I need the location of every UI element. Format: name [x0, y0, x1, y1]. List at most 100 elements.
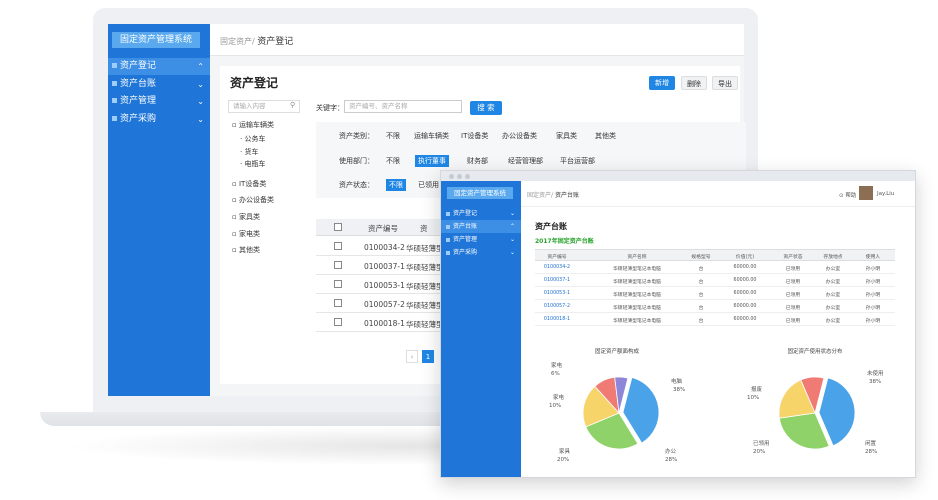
pie-label-name: 家电 — [553, 395, 565, 401]
sidebar-item-asset-purchase[interactable]: 资产采购 ⌄ — [108, 111, 210, 128]
chevron-down-icon: ⌄ — [197, 115, 204, 124]
table-row[interactable]: 0100037-1 华硕轻薄型笔记本电脑 台 60000.00 已领用 办公室 … — [535, 274, 895, 287]
tree-node-it[interactable]: ▫ IT设备类 — [232, 179, 266, 189]
help-label: 帮助 — [845, 193, 857, 199]
add-button[interactable]: 新增 — [649, 76, 675, 90]
category-option[interactable]: 其他类 — [595, 131, 616, 141]
pie-label-value: 28% — [865, 449, 878, 455]
department-option[interactable]: 不限 — [386, 156, 400, 166]
search-icon: ⚲ — [290, 101, 296, 109]
asset-value: 60000.00 — [733, 291, 757, 296]
row-checkbox[interactable] — [334, 318, 342, 326]
sidebar-item-asset-register[interactable]: 资产登记 ⌃ — [108, 58, 210, 75]
pie-label-value: 20% — [557, 457, 570, 463]
export-button[interactable]: 导出 — [712, 76, 738, 90]
chevron-down-icon: ⌄ — [509, 236, 515, 243]
table-row[interactable]: 0100018-1 华硕轻薄型笔记本电脑 台 60000.00 已领用 办公室 … — [535, 313, 895, 326]
asset-user: 孙小明 — [865, 293, 881, 298]
table-row[interactable]: 0100034-2 华硕轻薄型笔记本电脑 台 60000.00 已领用 办公室 … — [535, 261, 895, 274]
tree-node-official-car[interactable]: · 公务车 — [240, 134, 265, 144]
column-header: 价值(元) — [735, 255, 755, 260]
breadcrumb-parent[interactable]: 固定资产/ — [220, 37, 255, 46]
user-name[interactable]: Jay.Liu — [877, 191, 894, 197]
category-option[interactable]: 不限 — [386, 131, 400, 141]
pagination-prev[interactable]: ‹ — [406, 350, 418, 363]
window-dot[interactable] — [449, 174, 454, 179]
sidebar-item-asset-management[interactable]: 资产管理 ⌄ — [441, 233, 521, 246]
asset-status: 已领用 — [785, 280, 801, 285]
row-checkbox[interactable] — [334, 261, 342, 269]
department-option-selected[interactable]: 执行董事 — [415, 155, 449, 167]
tree-node-label: 家具类 — [238, 213, 260, 221]
department-option[interactable]: 财务部 — [467, 156, 488, 166]
department-label: 使用部门： — [339, 157, 374, 165]
row-checkbox[interactable] — [334, 299, 342, 307]
asset-user: 孙小明 — [865, 306, 881, 311]
delete-button[interactable]: 删除 — [681, 76, 707, 90]
asset-user: 孙小明 — [865, 280, 881, 285]
status-option-selected[interactable]: 不限 — [386, 179, 406, 191]
tree-node-furniture[interactable]: ▫ 家具类 — [232, 212, 260, 222]
keyword-input[interactable]: 资产编号、资产名称 — [344, 100, 462, 113]
tree-node-ev[interactable]: · 电瓶车 — [240, 159, 265, 169]
tree-node-label: 电瓶车 — [244, 160, 266, 168]
status-option[interactable]: 已领用 — [418, 180, 439, 190]
menu-bullet-icon — [446, 224, 450, 229]
tree-toggle-icon: ▫ — [232, 196, 239, 204]
keyword-label: 关键字： — [316, 104, 344, 112]
asset-code-link[interactable]: 0100053-1 — [544, 291, 570, 296]
asset-value: 60000.00 — [733, 304, 757, 309]
column-header: 规格型号 — [691, 255, 711, 260]
asset-name: 华硕轻薄型 — [406, 301, 444, 310]
asset-code: 0100037-1 — [364, 262, 405, 271]
pagination-page[interactable]: 1 — [422, 350, 434, 363]
sidebar-item-asset-purchase[interactable]: 资产采购 ⌄ — [441, 246, 521, 259]
sidebar-item-asset-ledger[interactable]: 资产台账 ⌃ — [441, 220, 521, 233]
asset-value: 60000.00 — [733, 317, 757, 322]
asset-code: 0100018-1 — [364, 319, 405, 328]
row-checkbox[interactable] — [334, 242, 342, 250]
asset-code-link[interactable]: 0100037-1 — [544, 278, 570, 283]
pie-label-name: 家具 — [559, 449, 571, 455]
pie-label-name: 闲置 — [865, 441, 877, 447]
sidebar-item-asset-management[interactable]: 资产管理 ⌄ — [108, 93, 210, 110]
asset-code-link[interactable]: 0100018-1 — [544, 317, 570, 322]
help-link[interactable]: ⊙ 帮助 — [839, 191, 856, 199]
department-option[interactable]: 平台运营部 — [560, 156, 595, 166]
pie-label-name: 电脑 — [671, 379, 683, 385]
tree-node-office[interactable]: ▫ 办公设备类 — [232, 195, 274, 205]
menu-bullet-icon — [112, 98, 117, 103]
department-option[interactable]: 经营管理部 — [508, 156, 543, 166]
category-option[interactable]: IT设备类 — [461, 131, 488, 141]
window-dot[interactable] — [457, 174, 462, 179]
breadcrumb-parent[interactable]: 固定资产/ — [527, 192, 553, 199]
asset-value: 60000.00 — [733, 265, 757, 270]
table-row[interactable]: 0100057-2 华硕轻薄型笔记本电脑 台 60000.00 已领用 办公室 … — [535, 300, 895, 313]
sidebar-item-label: 资产台账 — [453, 223, 478, 230]
row-checkbox[interactable] — [334, 280, 342, 288]
asset-name: 华硕轻薄型 — [406, 244, 444, 253]
sidebar-item-asset-register[interactable]: 资产登记 ⌄ — [441, 207, 521, 220]
pie-label-name: 报废 — [751, 387, 763, 393]
asset-code-link[interactable]: 0100057-2 — [544, 304, 570, 309]
asset-code-link[interactable]: 0100034-2 — [544, 265, 570, 270]
search-button[interactable]: 搜 索 — [470, 101, 502, 115]
menu-bullet-icon — [112, 63, 117, 68]
tree-toggle-icon: ▫ — [232, 230, 239, 238]
avatar[interactable] — [859, 186, 873, 200]
select-all-checkbox[interactable] — [334, 223, 342, 231]
category-option[interactable]: 运输车辆类 — [414, 131, 449, 141]
sidebar-item-asset-ledger[interactable]: 资产台账 ⌄ — [108, 76, 210, 93]
asset-name: 华硕轻薄型笔记本电脑 — [613, 319, 661, 324]
tree-node-vehicles[interactable]: ▫ 运输车辆类 — [232, 120, 274, 130]
asset-location: 办公室 — [825, 267, 841, 272]
tree-node-truck[interactable]: · 货车 — [240, 147, 258, 157]
sidebar-item-label: 资产采购 — [120, 114, 157, 124]
category-option[interactable]: 家具类 — [556, 131, 577, 141]
tree-node-other[interactable]: ▫ 其他类 — [232, 245, 260, 255]
table-row[interactable]: 0100053-1 华硕轻薄型笔记本电脑 台 60000.00 已领用 办公室 … — [535, 287, 895, 300]
asset-location: 办公室 — [825, 280, 841, 285]
category-option[interactable]: 办公设备类 — [502, 131, 537, 141]
tree-node-appliance[interactable]: ▫ 家电类 — [232, 229, 260, 239]
window-dot[interactable] — [465, 174, 470, 179]
